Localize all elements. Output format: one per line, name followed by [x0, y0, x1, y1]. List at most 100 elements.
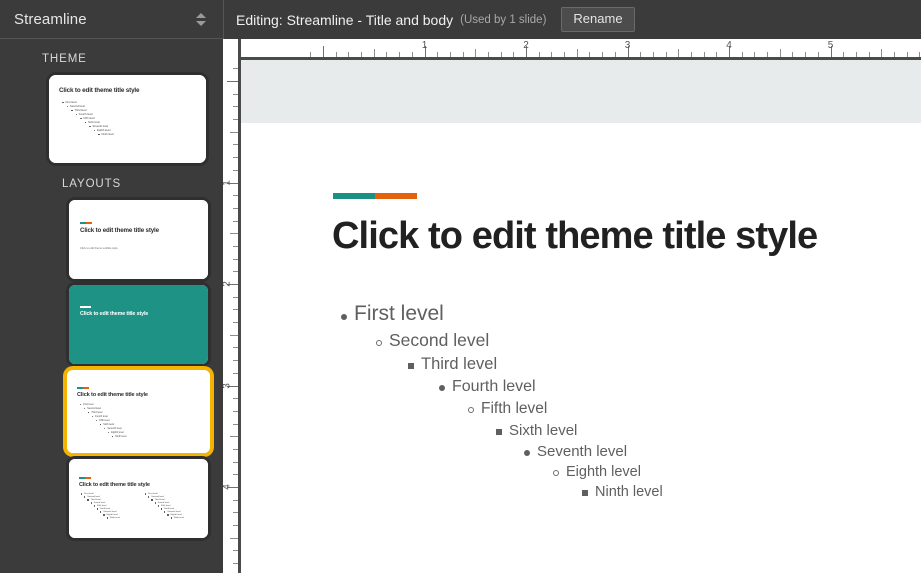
sidebar-scroll-region[interactable]: THEME Click to edit theme title style Fi… [0, 39, 223, 573]
vruler-tick [233, 398, 238, 399]
mini-bullet-text: First level [84, 493, 93, 495]
vruler-tick [233, 563, 238, 564]
bullet-glyph [553, 470, 559, 476]
theme-thumbnail[interactable]: Click to edit theme title style First le… [46, 72, 209, 166]
hruler-tick [843, 52, 844, 57]
bullet-glyph [341, 314, 347, 320]
mini-bullet-level-1: First level [81, 493, 120, 495]
layout-thumbnail-row-1: Click to edit theme title style [0, 282, 223, 367]
mini-bullet-dot [161, 508, 162, 509]
mini-bullet-level-7: Seventh level [100, 511, 120, 513]
layout-thumbnail-row-3: Click to edit theme title style First le… [0, 456, 223, 541]
mini-bullet-level-1: First level [145, 493, 184, 495]
slide-body-placeholder[interactable]: First levelSecond levelThird levelFourth… [341, 302, 912, 500]
hruler-label: 4 [726, 40, 732, 51]
layout-item-title-slide[interactable]: Click to edit theme title style Click to… [66, 197, 211, 282]
vruler-tick [233, 347, 238, 348]
slide-surface[interactable]: Click to edit theme title style First le… [241, 123, 921, 573]
sidebar-header: Streamline [0, 0, 223, 39]
bullet-glyph [408, 363, 414, 369]
mini-bullet-level-6: Sixth level [97, 508, 120, 510]
layout-item-title-and-body[interactable]: Click to edit theme title style First le… [64, 367, 213, 456]
slide-bullet-level-7: Seventh level [524, 443, 912, 460]
bullet-circle-icon [468, 407, 474, 413]
mini-bullet-level-7: Seventh level [104, 427, 126, 430]
layout-title-3: Click to edit theme title style [79, 482, 150, 488]
hruler-tick [310, 52, 311, 57]
mini-bullet-dot [104, 428, 105, 429]
mini-bullet-text: Seventh level [107, 427, 121, 430]
slide-bullet-level-3: Third level [408, 355, 912, 374]
vruler-tick [233, 157, 238, 158]
mini-bullet-dot [88, 412, 89, 413]
slide-title-placeholder[interactable]: Click to edit theme title style [332, 215, 817, 258]
theme-thumbnail-bullets: First levelSecond levelThird levelFourth… [62, 101, 114, 137]
editing-label: Editing: Streamline - Title and body [236, 12, 453, 28]
hruler-tick [336, 52, 337, 57]
vertical-ruler[interactable]: 12345 [223, 39, 241, 573]
mini-bullet-dot [91, 502, 92, 503]
mini-bullet-level-4: Fourth level [92, 415, 126, 418]
mini-bullet-text: Sixth level [100, 508, 110, 510]
vruler-tick [233, 297, 238, 298]
hruler-tick [399, 52, 400, 57]
mini-bullet-text: Fourth level [79, 113, 93, 116]
layout-title-0: Click to edit theme title style [80, 227, 159, 234]
mini-bullet-level-9: Ninth level [112, 435, 126, 438]
hruler-tick [450, 52, 451, 57]
rename-button[interactable]: Rename [561, 7, 634, 32]
theme-thumbnail-row: Click to edit theme title style First le… [0, 72, 223, 166]
vruler-tick [233, 449, 238, 450]
slide-canvas-area[interactable]: Click to edit theme title style First le… [241, 60, 921, 573]
mini-bullet-text: Eighth level [111, 431, 123, 434]
layout-item-two-columns[interactable]: Click to edit theme title style First le… [66, 456, 211, 541]
mini-bullet-dot [148, 496, 149, 497]
vruler-baseline [238, 39, 241, 573]
mini-bullet-level-3: Third level [71, 109, 114, 112]
editing-toolbar: Editing: Streamline - Title and body (Us… [223, 0, 921, 39]
vruler-label: 2 [223, 281, 232, 287]
mini-bullet-level-3: Third level [151, 499, 184, 501]
mini-bullet-dot [98, 134, 100, 136]
slide-bullet-level-1: First level [341, 302, 912, 326]
horizontal-ruler[interactable]: 12345 [223, 39, 921, 60]
hruler-tick [653, 52, 654, 57]
mini-bullet-level-1: First level [62, 101, 114, 104]
mini-bullet-level-1: First level [80, 403, 126, 406]
bullet-glyph [439, 385, 445, 391]
mini-bullet-level-4: Fourth level [91, 502, 120, 504]
bullet-text: Ninth level [595, 484, 663, 500]
theme-name-label: Streamline [14, 11, 193, 28]
vruler-tick [233, 373, 238, 374]
layout-thumbnail-row-0: Click to edit theme title style Click to… [0, 197, 223, 282]
slide-bullet-level-8: Eighth level [553, 464, 912, 480]
spinner-up-down-icon[interactable] [193, 8, 209, 30]
hruler-tick [716, 52, 717, 57]
mini-bullet-level-2: Second level [67, 105, 114, 108]
vruler-tick [233, 462, 238, 463]
hruler-tick [577, 49, 578, 57]
vruler-tick [233, 106, 238, 107]
title-accent-bar [333, 193, 417, 199]
hruler-tick [615, 52, 616, 57]
mini-bullet-text: Third level [91, 411, 102, 414]
theme-section-label: THEME [0, 39, 223, 72]
mini-bullet-text: Third level [155, 499, 165, 501]
chevron-up-icon [196, 13, 206, 18]
hruler-tick [907, 52, 908, 57]
mini-bullet-level-9: Ninth level [171, 517, 184, 519]
hruler-label: 2 [523, 40, 529, 51]
hruler-tick [513, 52, 514, 57]
vruler-tick [233, 500, 238, 501]
mini-bullet-level-9: Ninth level [98, 133, 114, 136]
layout-title-1: Click to edit theme title style [80, 311, 148, 317]
mini-bullet-text: Third level [75, 109, 87, 112]
mini-bullet-text: Fourth level [158, 502, 169, 504]
mini-bullet-text: Third level [91, 499, 101, 501]
mini-bullet-level-6: Sixth level [161, 508, 184, 510]
vruler-tick [233, 424, 238, 425]
mini-bullet-dot [92, 416, 93, 417]
layout-item-section-header[interactable]: Click to edit theme title style [66, 282, 211, 367]
mini-bullet-level-7: Seventh level [89, 125, 114, 128]
vruler-tick [233, 246, 238, 247]
